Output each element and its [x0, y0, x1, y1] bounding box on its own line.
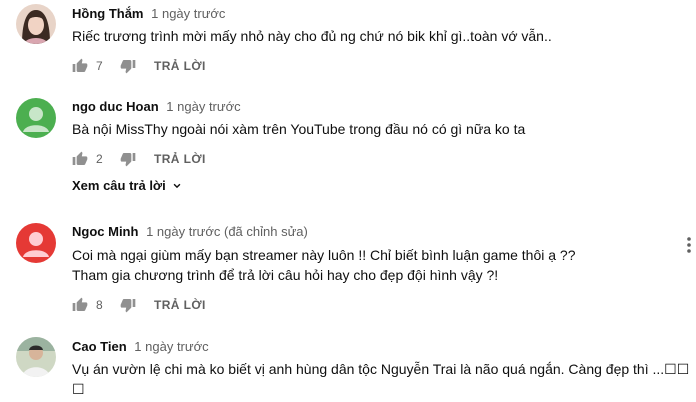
avatar[interactable]	[16, 4, 56, 44]
chevron-down-icon	[173, 183, 181, 188]
avatar[interactable]	[16, 223, 56, 263]
comment-header: Cao Tien 1 ngày trước	[72, 339, 209, 354]
thumbs-down-icon[interactable]	[120, 58, 136, 74]
default-avatar-icon	[23, 232, 49, 257]
reply-button[interactable]: TRẢ LỜI	[154, 298, 206, 312]
comment-text: Riếc trương trình mời mấy nhỏ này cho đủ…	[72, 26, 552, 46]
comment-text-line: ☐	[72, 381, 85, 397]
thumbs-down-icon[interactable]	[120, 151, 136, 167]
comment-author[interactable]: ngo duc Hoan	[72, 99, 159, 114]
comment-actions: 2 TRẢ LỜI	[72, 147, 206, 171]
comment-text: Coi mà ngại giùm mấy bạn streamer này lu…	[72, 245, 576, 285]
comment-author[interactable]: Ngoc Minh	[72, 224, 138, 239]
thumbs-up-icon[interactable]	[72, 58, 88, 74]
comment-time[interactable]: 1 ngày trước	[134, 339, 208, 354]
comment-author[interactable]: Cao Tien	[72, 339, 127, 354]
thumbs-down-icon[interactable]	[120, 297, 136, 313]
comment-header: Hồng Thắm 1 ngày trước	[72, 6, 225, 21]
comment-text-line: Riếc trương trình mời mấy nhỏ này cho đủ…	[72, 28, 552, 44]
comment-text: Vụ án vườn lệ chi mà ko biết vị anh hùng…	[72, 359, 689, 399]
thumbs-up-icon[interactable]	[72, 151, 88, 167]
more-options-icon[interactable]	[686, 236, 692, 254]
view-replies-button[interactable]: Xem câu trả lời	[72, 178, 184, 193]
like-count: 8	[96, 298, 103, 312]
comment-text-line: Vụ án vườn lệ chi mà ko biết vị anh hùng…	[72, 361, 690, 377]
comment-text-line: Bà nội MissThy ngoài nói xàm trên YouTub…	[72, 121, 526, 137]
comment-author[interactable]: Hồng Thắm	[72, 6, 144, 21]
reply-button[interactable]: TRẢ LỜI	[154, 152, 206, 166]
avatar[interactable]	[16, 98, 56, 138]
comment-text: Bà nội MissThy ngoài nói xàm trên YouTub…	[72, 119, 525, 139]
comment-time[interactable]: 1 ngày trước	[151, 6, 225, 21]
avatar[interactable]	[16, 337, 56, 377]
thumbs-up-icon[interactable]	[72, 297, 88, 313]
reply-button[interactable]: TRẢ LỜI	[154, 59, 206, 73]
comment-header: ngo duc Hoan 1 ngày trước	[72, 99, 241, 114]
comment-text-line: Tham gia chương trình để trả lời câu hỏi…	[72, 267, 499, 283]
like-count: 2	[96, 152, 103, 166]
comment-actions: 7 TRẢ LỜI	[72, 54, 206, 78]
like-count: 7	[96, 59, 103, 73]
comment-actions: 8 TRẢ LỜI	[72, 293, 206, 317]
comment-header: Ngoc Minh 1 ngày trước (đã chỉnh sửa)	[72, 224, 308, 239]
comment-time[interactable]: 1 ngày trước	[166, 99, 240, 114]
comment-text-line: Coi mà ngại giùm mấy bạn streamer này lu…	[72, 247, 576, 263]
default-avatar-icon	[23, 107, 49, 132]
view-replies-label: Xem câu trả lời	[72, 178, 166, 193]
comment-time[interactable]: 1 ngày trước (đã chỉnh sửa)	[146, 224, 308, 239]
